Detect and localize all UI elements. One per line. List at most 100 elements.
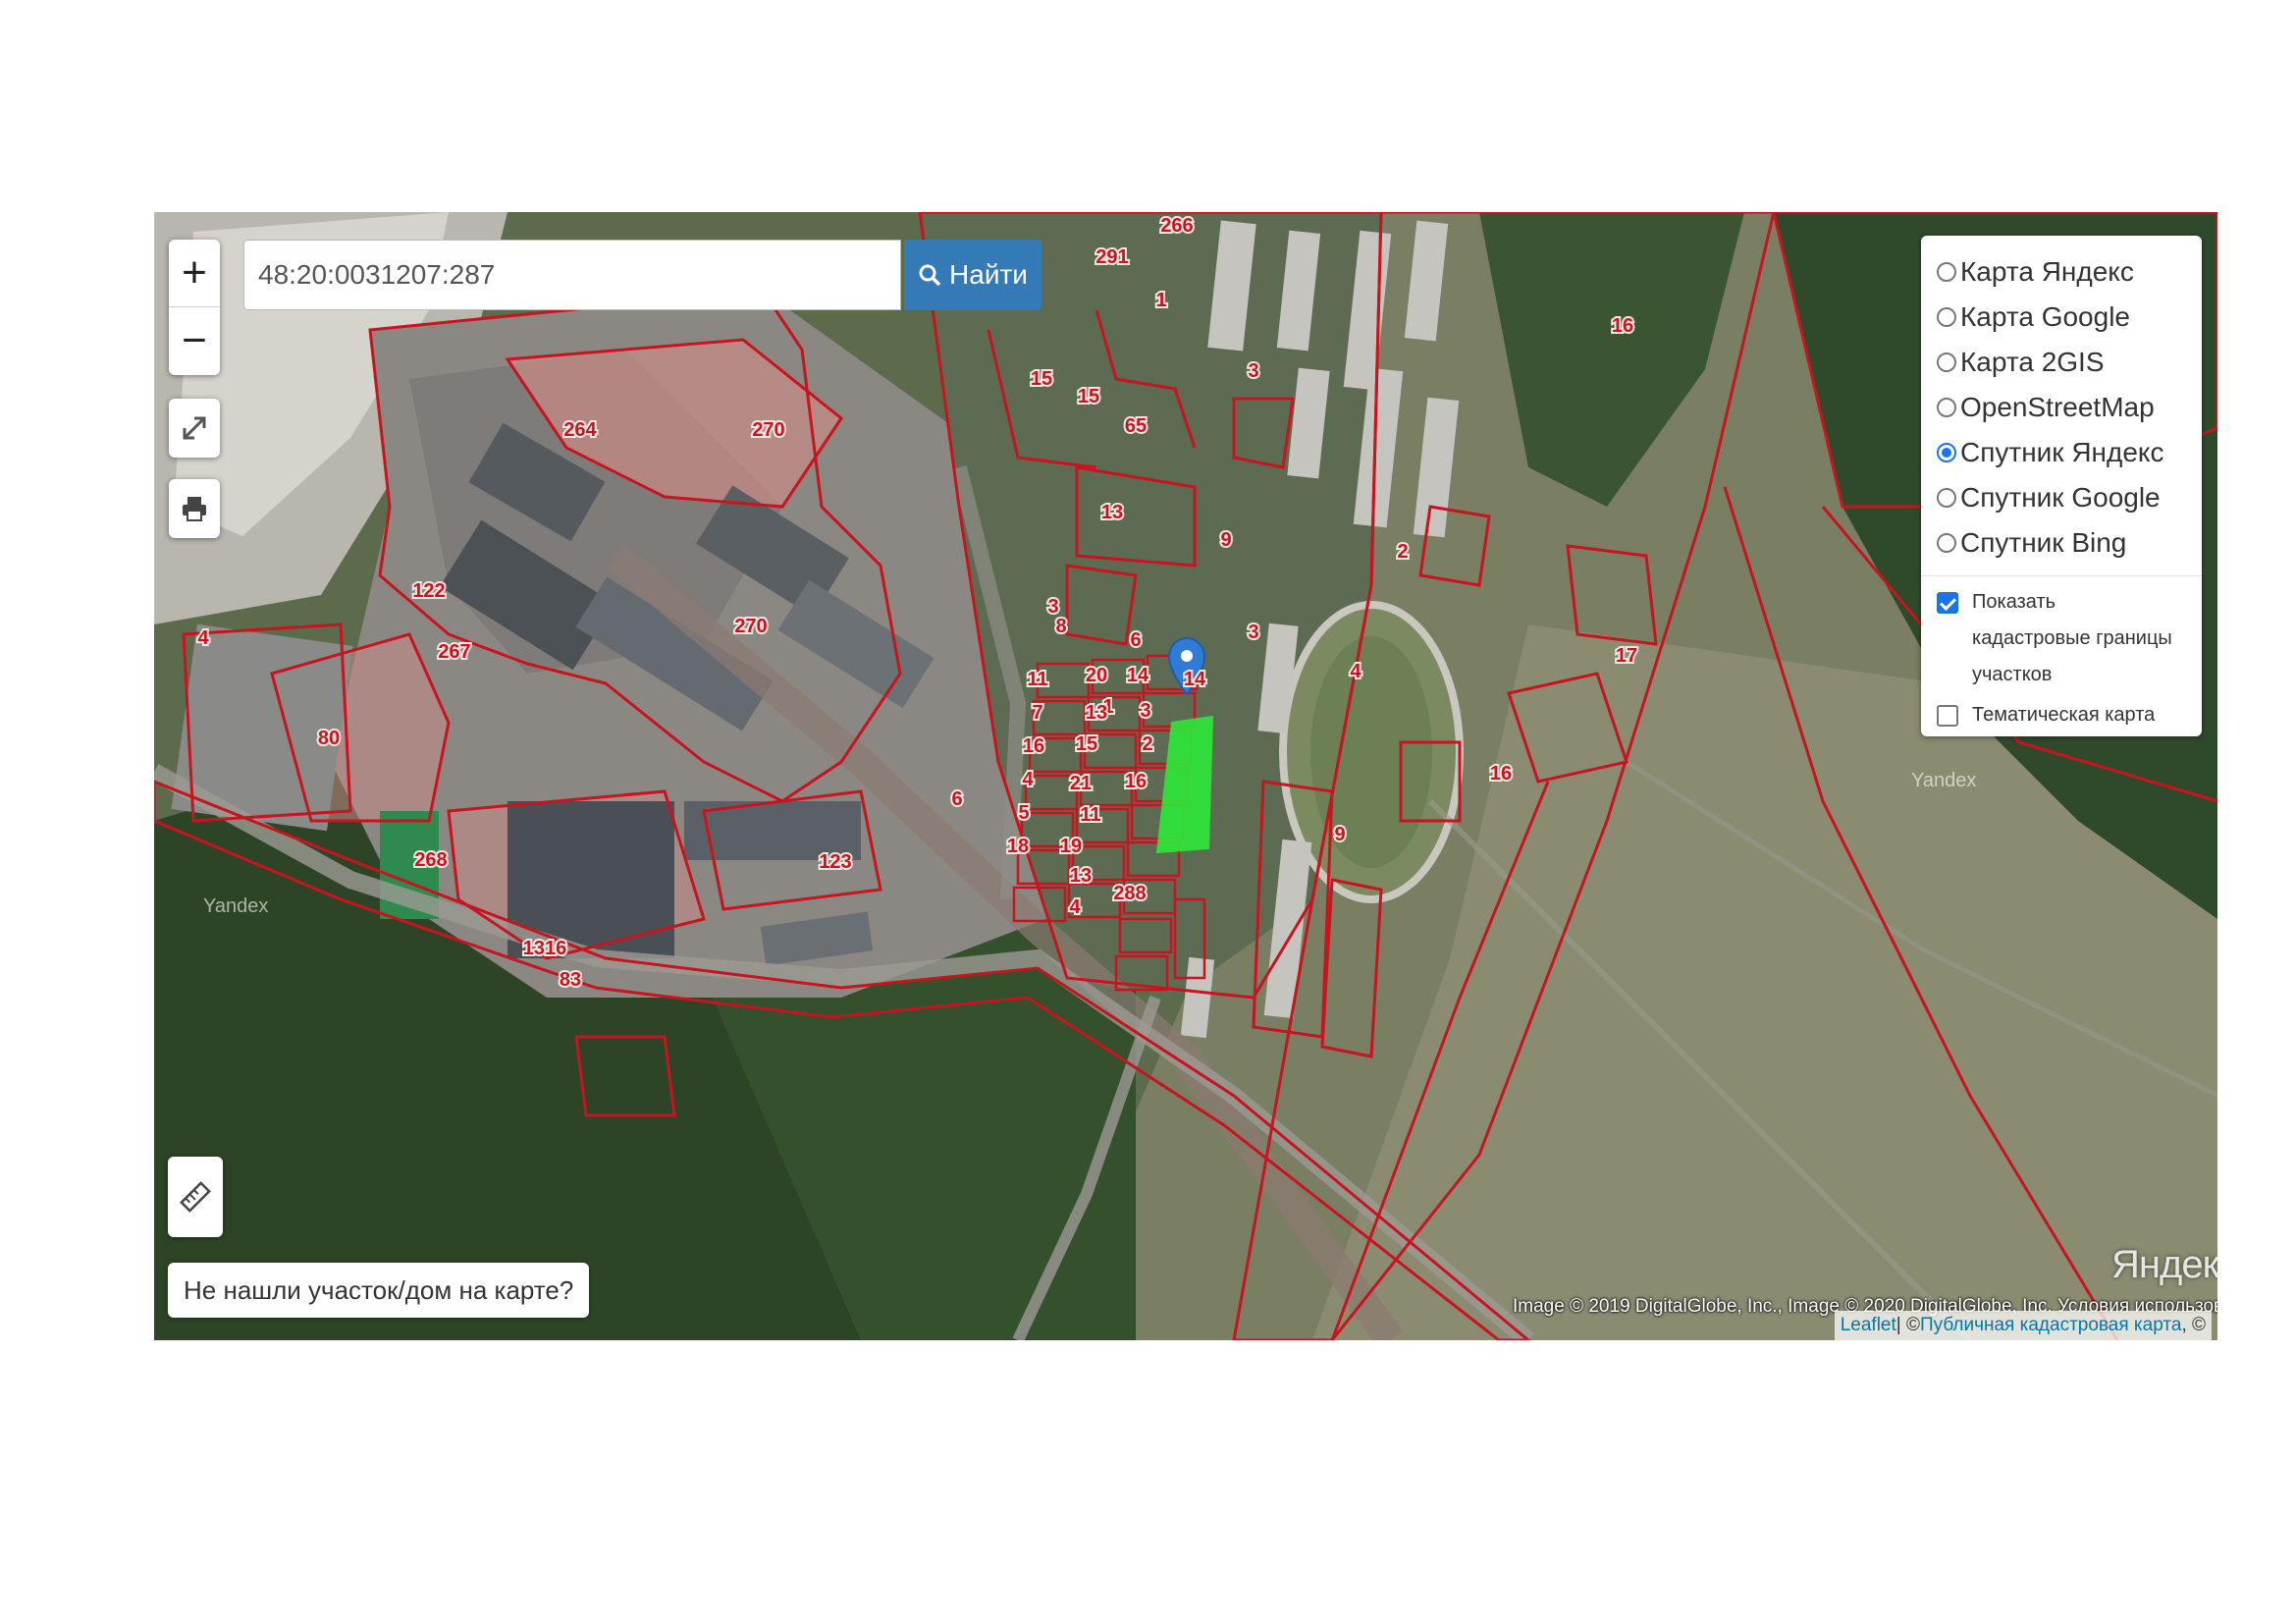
layer-option-2gis-map[interactable]: Карта 2GIS [1937,340,2188,385]
parcel-number-label: 13 [1070,865,1092,887]
radio-button[interactable] [1937,443,1956,462]
zoom-in-button[interactable]: + [169,240,220,307]
parcel-number-label: 267 [438,641,470,663]
parcel-number-label: 19 [1060,836,1082,857]
parcel-number-label: 3 [1248,360,1258,382]
attribution-separator: | © [1896,1315,1920,1335]
parcel-number-label: 264 [563,419,597,441]
search-icon [919,264,941,287]
checkbox[interactable] [1937,705,1958,727]
layer-option-bing-satellite[interactable]: Спутник Bing [1937,520,2188,566]
fullscreen-icon [183,416,206,440]
parcel-number-label: 9 [1220,529,1231,551]
layer-option-label: Карта Google [1960,301,2130,332]
parcel-number-label: 3 [1248,622,1258,643]
overlay-cadastral-boundaries[interactable]: Показать кадастровые границы участков [1937,584,2188,693]
print-button[interactable] [169,479,220,538]
parcel-number-label: 65 [1125,415,1147,437]
base-layer-list: Карта Яндекс Карта Google Карта 2GIS Ope… [1937,249,2188,566]
layer-option-google-satellite[interactable]: Спутник Google [1937,475,2188,520]
parcel-number-label: 21 [1070,773,1092,794]
radio-button[interactable] [1937,488,1956,508]
parcel-number-label: 2 [1397,541,1408,563]
parcel-number-label: 7 [1032,702,1042,724]
parcel-number-label: 80 [318,728,340,749]
parcel-number-label: 123 [819,851,851,873]
layer-option-label: Спутник Bing [1960,527,2127,558]
parcel-number-label: 9 [1334,824,1345,845]
measure-button[interactable] [168,1157,223,1237]
layer-option-label: OpenStreetMap [1960,392,2155,422]
search-button[interactable]: Найти [904,240,1041,310]
parcel-number-label: 17 [1616,645,1637,667]
parcel-number-label: 3 [1140,700,1150,722]
parcel-number-label: 3 [1047,596,1058,618]
radio-button[interactable] [1937,398,1956,417]
overlay-label: Показать кадастровые границы участков [1972,591,2172,685]
parcel-number-label: 6 [951,788,962,810]
parcel-number-label: 11 [1027,669,1047,690]
parcel-number-label: 13 [1101,502,1123,523]
layer-option-google-map[interactable]: Карта Google [1937,295,2188,340]
zoom-out-button[interactable]: − [169,307,220,374]
parcel-number-label: 16 [1490,763,1512,785]
parcel-number-label: 83 [560,969,581,991]
parcel-number-label: 4 [197,627,209,649]
radio-button[interactable] [1937,262,1956,282]
parcel-number-label: 1316 [523,938,567,959]
parcel-number-label: 15 [1078,386,1099,407]
parcel-number-label: 1 [1155,290,1166,311]
not-found-parcel-button[interactable]: Не нашли участок/дом на карте? [168,1263,590,1318]
parcel-number-label: 291 [1095,246,1128,268]
checkbox[interactable] [1937,592,1958,614]
search-button-label: Найти [949,259,1028,290]
layer-option-yandex-map[interactable]: Карта Яндекс [1937,249,2188,295]
parcel-number-label: 15 [1031,368,1052,390]
parcel-number-label: 4 [1069,896,1081,918]
layer-option-label: Спутник Google [1960,482,2161,513]
parcel-number-label: 13 [1086,702,1107,724]
layer-option-openstreetmap[interactable]: OpenStreetMap [1937,385,2188,430]
parcel-number-label: 16 [1612,315,1633,337]
parcel-number-label: 18 [1007,836,1029,857]
layer-option-yandex-satellite[interactable]: Спутник Яндекс [1937,430,2188,475]
radio-button[interactable] [1937,307,1956,327]
overlay-label: Тематическая карта [1972,704,2156,726]
parcel-number-label: 16 [1023,735,1044,757]
parcel-number-label: 268 [414,849,447,871]
parcel-number-label: 15 [1076,733,1097,755]
parcel-number-label: 8 [1055,616,1066,637]
yandex-small-watermark-left: Yandex [203,895,269,917]
radio-button[interactable] [1937,533,1956,553]
leaflet-link[interactable]: Leaflet [1841,1315,1896,1336]
layer-option-label: Карта Яндекс [1960,256,2134,287]
parcel-number-label: 2 [1142,733,1152,755]
parcel-number-label: 11 [1080,804,1100,826]
parcel-number-label: 14 [1127,665,1149,686]
layer-option-label: Карта 2GIS [1960,347,2105,377]
cadastral-map-link[interactable]: Публичная кадастровая карта [1920,1315,2181,1336]
fullscreen-button[interactable] [169,399,220,458]
overlay-thematic-map[interactable]: Тематическая карта [1937,697,2188,733]
map-viewport[interactable]: 291 266 1 16 15 15 3 65 270 264 13 9 2 3 8 6 11 20 14 14 1 7 1… [154,212,2217,1340]
ruler-icon [180,1181,211,1213]
cadastral-number-search-input[interactable]: 48:20:0031207:287 [243,240,901,310]
map-attribution: Leaflet | © Публичная кадастровая карта … [1834,1311,2212,1340]
parcel-number-label: 5 [1018,802,1029,824]
parcel-number-label: 4 [1022,769,1034,790]
layer-switcher-panel: Карта Яндекс Карта Google Карта 2GIS Ope… [1921,236,2202,736]
layer-option-label: Спутник Яндекс [1960,437,2164,467]
radio-button[interactable] [1937,352,1956,372]
parcel-number-label: 270 [734,616,767,637]
parcel-number-label: 16 [1125,771,1147,792]
zoom-control: + − [169,240,220,375]
yandex-watermark: Яндекс [2111,1243,2217,1286]
parcel-number-label: 6 [1130,629,1141,651]
panel-divider [1921,575,2202,576]
satellite-map-layer[interactable]: 2912661161515365270264139238611 20 14 1417 1… [154,212,2217,1340]
parcel-number-label: 20 [1086,665,1107,686]
parcel-number-label: 266 [1160,215,1193,237]
yandex-small-watermark: Yandex [1911,770,1977,791]
printer-icon [183,497,206,521]
parcel-number-label: 270 [752,419,784,441]
